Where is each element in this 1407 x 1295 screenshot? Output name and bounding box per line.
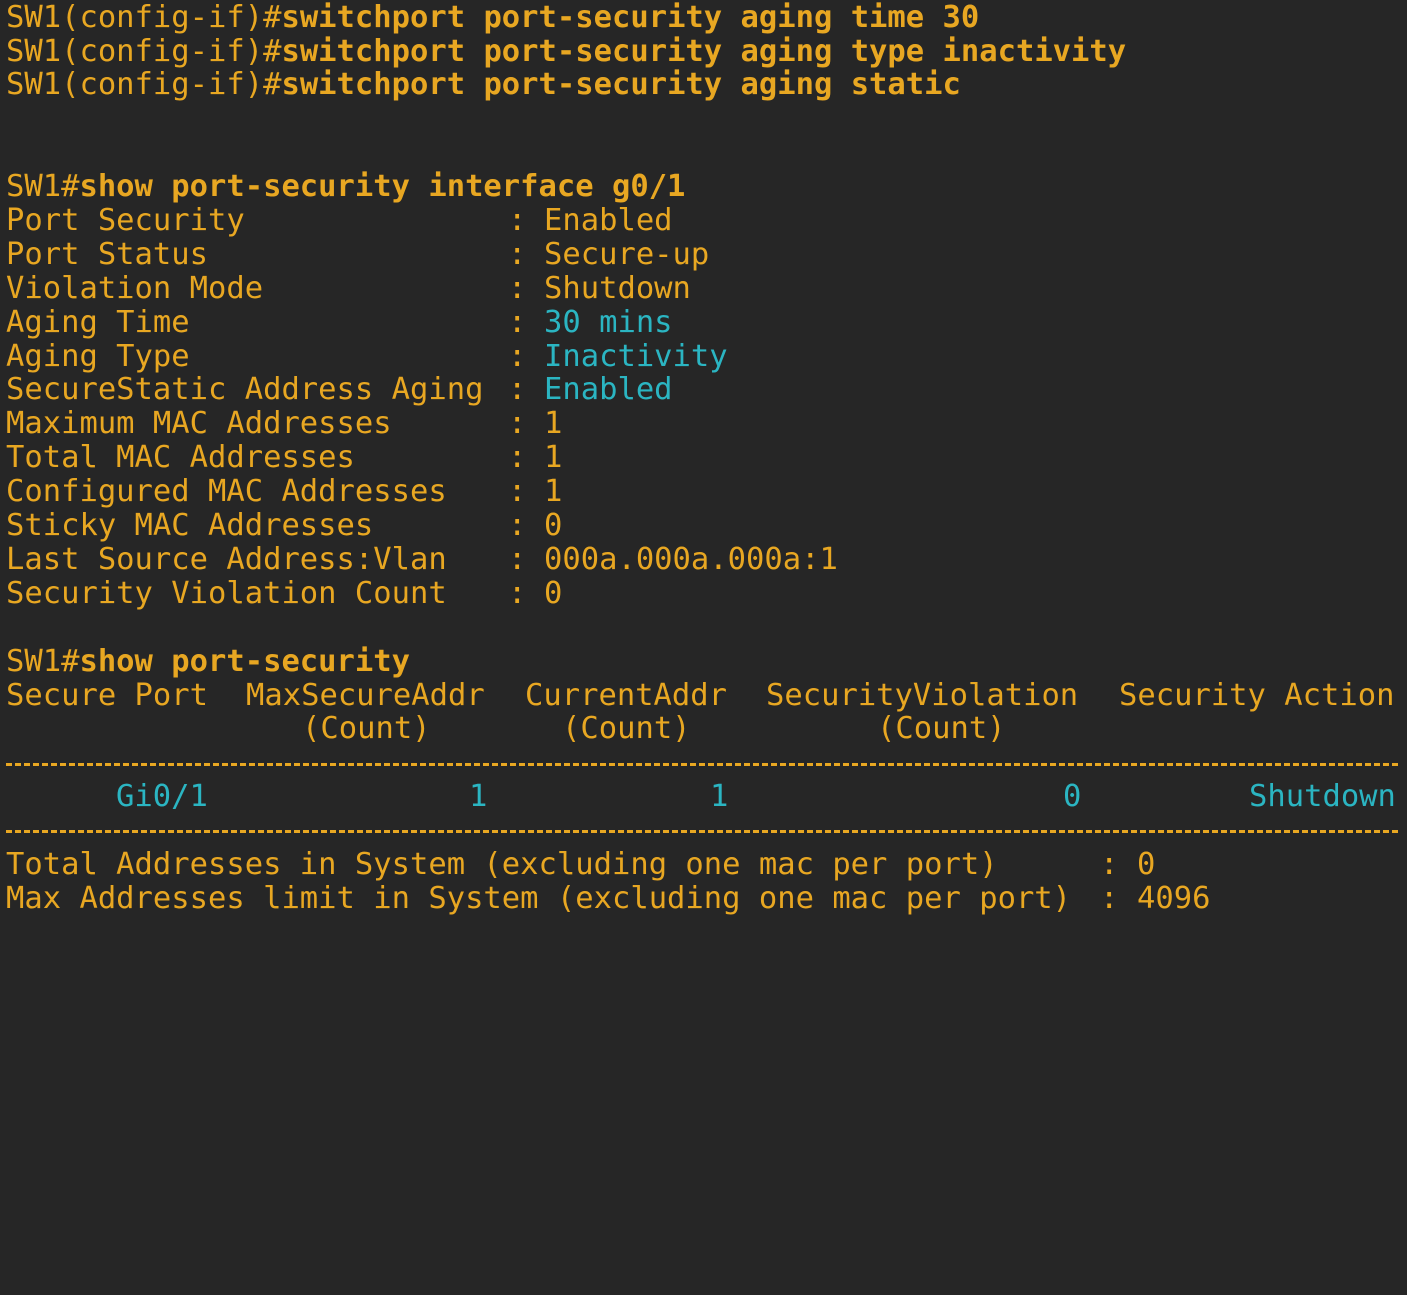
config-line: SW1(config-if)#switchport port-security … bbox=[6, 1, 979, 35]
prompt: SW1# bbox=[6, 644, 80, 679]
field-value: 0 bbox=[544, 508, 563, 543]
table-header-row: Secure Port MaxSecureAddr CurrentAddr Se… bbox=[6, 679, 1404, 713]
field-value: 30 mins bbox=[544, 305, 673, 340]
field-value: 0 bbox=[544, 576, 563, 611]
subheader-count: (Count) bbox=[877, 711, 1006, 746]
cell-current: 1 bbox=[710, 779, 729, 814]
subheader-count: (Count) bbox=[302, 711, 431, 746]
field-value: Secure-up bbox=[544, 237, 710, 272]
field-separator: : bbox=[508, 406, 527, 441]
field-separator: : bbox=[508, 508, 527, 543]
total-addresses-line: Total Addresses in System (excluding one… bbox=[6, 848, 1404, 882]
field-value: 1 bbox=[544, 474, 563, 509]
field-value: 1 bbox=[544, 440, 563, 475]
field-label: Port Security bbox=[6, 203, 245, 238]
table-divider bbox=[6, 830, 1398, 833]
show-interface-command-line: SW1#show port-security interface g0/1 bbox=[6, 170, 685, 204]
prompt: SW1(config-if)# bbox=[6, 34, 282, 69]
cell-violation: 0 bbox=[1063, 779, 1082, 814]
field-separator: : bbox=[508, 237, 527, 272]
command: show port-security bbox=[79, 644, 410, 679]
field-separator: : bbox=[508, 305, 527, 340]
command: show port-security interface g0/1 bbox=[79, 169, 686, 204]
field-label: Maximum MAC Addresses bbox=[6, 406, 392, 441]
command: switchport port-security aging static bbox=[281, 67, 961, 102]
config-line: SW1(config-if)#switchport port-security … bbox=[6, 35, 1126, 69]
command: switchport port-security aging type inac… bbox=[281, 34, 1127, 69]
header-max-secure-addr: MaxSecureAddr bbox=[246, 678, 485, 713]
field-value: Inactivity bbox=[544, 339, 728, 374]
terminal-output[interactable]: SW1(config-if)#switchport port-security … bbox=[6, 0, 1404, 920]
field-label: Sticky MAC Addresses bbox=[6, 508, 374, 543]
prompt: SW1(config-if)# bbox=[6, 67, 282, 102]
total-addresses-value: 0 bbox=[1137, 847, 1156, 882]
field-separator: : bbox=[508, 203, 527, 238]
prompt: SW1# bbox=[6, 169, 80, 204]
field-label: Aging Time bbox=[6, 305, 190, 340]
field-label: Violation Mode bbox=[6, 271, 264, 306]
cell-action: Shutdown bbox=[1249, 779, 1396, 814]
field-label: Port Status bbox=[6, 237, 208, 272]
field-label: Total MAC Addresses bbox=[6, 440, 355, 475]
field-value: 1 bbox=[544, 406, 563, 441]
field-separator: : bbox=[508, 440, 527, 475]
table-subheader-row: (Count) (Count) (Count) bbox=[6, 712, 1404, 746]
table-divider bbox=[6, 763, 1398, 766]
field-label: Aging Type bbox=[6, 339, 190, 374]
field-label: SecureStatic Address Aging bbox=[6, 372, 484, 407]
field-value: Enabled bbox=[544, 203, 673, 238]
field-label: Configured MAC Addresses bbox=[6, 474, 447, 509]
show-port-security-command-line: SW1#show port-security bbox=[6, 645, 410, 679]
total-addresses-label: Total Addresses in System (excluding one… bbox=[6, 847, 998, 882]
max-addresses-label: Max Addresses limit in System (excluding… bbox=[6, 881, 1072, 916]
prompt: SW1(config-if)# bbox=[6, 0, 282, 35]
config-line: SW1(config-if)#switchport port-security … bbox=[6, 68, 961, 102]
max-addresses-value: 4096 bbox=[1137, 881, 1211, 916]
field-value: 000a.000a.000a:1 bbox=[544, 542, 838, 577]
max-addresses-line: Max Addresses limit in System (excluding… bbox=[6, 882, 1404, 916]
field-label: Last Source Address:Vlan bbox=[6, 542, 447, 577]
cell-max: 1 bbox=[469, 779, 488, 814]
max-separator: : bbox=[1100, 881, 1119, 916]
field-value: Shutdown bbox=[544, 271, 691, 306]
field-separator: : bbox=[508, 474, 527, 509]
header-security-action: Security Action bbox=[1119, 678, 1395, 713]
field-label: Security Violation Count bbox=[6, 576, 447, 611]
field-value: Enabled bbox=[544, 372, 673, 407]
field-separator: : bbox=[508, 271, 527, 306]
table-row: Gi0/1 1 1 0 Shutdown bbox=[6, 780, 1404, 814]
header-secure-port: Secure Port bbox=[6, 678, 208, 713]
subheader-count: (Count) bbox=[562, 711, 691, 746]
field-separator: : bbox=[508, 372, 527, 407]
header-security-violation: SecurityViolation bbox=[766, 678, 1079, 713]
total-separator: : bbox=[1100, 847, 1119, 882]
header-current-addr: CurrentAddr bbox=[525, 678, 727, 713]
field-separator: : bbox=[508, 339, 527, 374]
command: switchport port-security aging time 30 bbox=[281, 0, 980, 35]
field-separator: : bbox=[508, 542, 527, 577]
cell-port: Gi0/1 bbox=[116, 779, 208, 814]
field-separator: : bbox=[508, 576, 527, 611]
